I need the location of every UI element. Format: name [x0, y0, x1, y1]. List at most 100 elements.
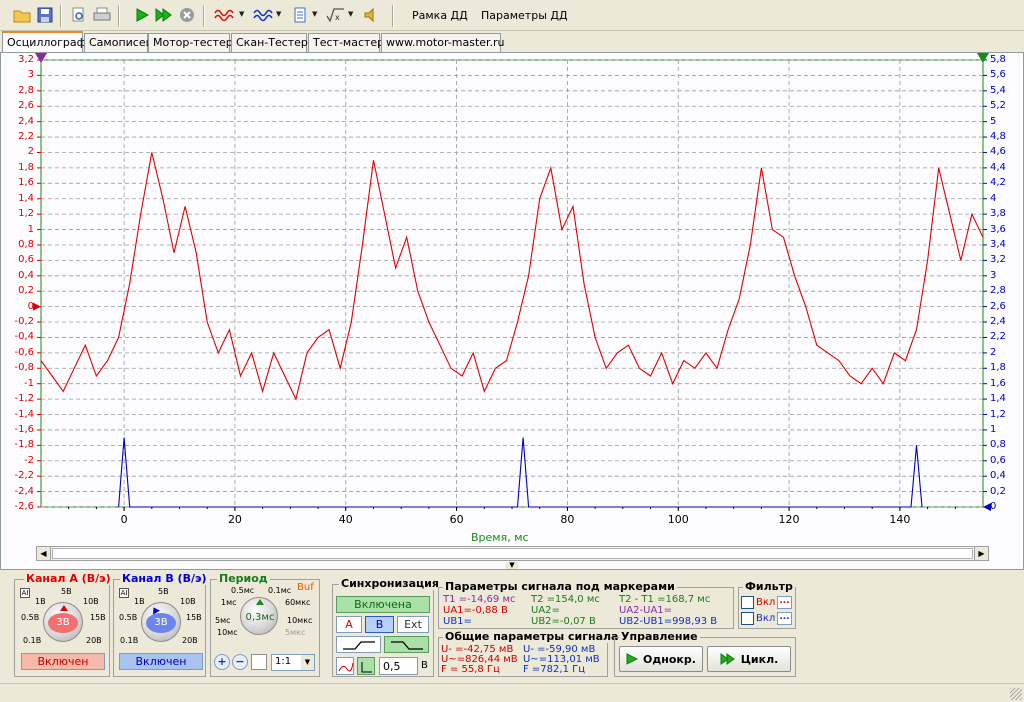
marker-ua2: UA2=: [531, 605, 560, 616]
chevron-down-icon[interactable]: ▼: [301, 655, 314, 670]
filter-a-settings-button[interactable]: ...: [777, 596, 792, 609]
resize-grip-icon[interactable]: [1010, 688, 1022, 700]
chevron-down-icon[interactable]: ▼: [239, 10, 244, 18]
zoom-in-icon[interactable]: +: [214, 654, 230, 670]
tab-oscilloscope[interactable]: Осциллограф: [2, 31, 86, 52]
y-right-tick-label: 5,2: [990, 100, 1006, 112]
channel-a-value: 3В: [48, 613, 78, 633]
filter-b-settings-button[interactable]: ...: [777, 612, 792, 625]
channel-a-toggle[interactable]: Включен: [21, 653, 105, 670]
y-right-tick-label: 4,2: [990, 177, 1006, 189]
play-fast-icon[interactable]: [154, 5, 174, 25]
toolbar-separator: [60, 5, 62, 27]
document-icon[interactable]: [290, 5, 310, 25]
scale-mark: 60мкс: [285, 598, 311, 607]
chevron-down-icon[interactable]: ▼: [348, 10, 353, 18]
scale-mark: 1В: [35, 597, 46, 606]
knob-pointer-icon: [60, 605, 68, 611]
general-params-group: Общие параметры сигнала U- =-42,75 мВ U~…: [438, 630, 621, 677]
scale-mark: 5В: [158, 587, 169, 596]
channel-a-wave-icon[interactable]: [214, 5, 234, 25]
falling-edge-icon: [391, 641, 423, 650]
horizontal-scrollbar[interactable]: ◀ ▶: [36, 546, 989, 561]
scale-mark: 10В: [83, 597, 99, 606]
control-panel: Канал А (В/э) AI 1В 5В 10В 0.5В 15В 0.1В…: [0, 570, 1024, 682]
page-icon[interactable]: [251, 654, 267, 670]
y-left-tick-label: -1,2: [14, 393, 34, 405]
x-tick-label: 60: [449, 513, 464, 526]
trigger-edge-icon[interactable]: [357, 657, 375, 675]
sync-source-b[interactable]: B: [365, 616, 394, 633]
stop-icon[interactable]: [177, 5, 197, 25]
y-left-tick-label: 3: [27, 69, 34, 81]
channel-b-toggle[interactable]: Включен: [119, 653, 203, 670]
scale-mark: 10мкс: [287, 616, 313, 625]
open-folder-icon[interactable]: [12, 5, 32, 25]
sync-source-a[interactable]: A: [336, 616, 362, 633]
ratio-select[interactable]: 1:1 ▼: [271, 654, 315, 671]
rising-edge-button[interactable]: [336, 636, 381, 653]
sync-source-ext[interactable]: Ext: [397, 616, 429, 633]
sync-level-input[interactable]: 0,5: [379, 657, 418, 675]
y-right-tick-label: 2,2: [990, 331, 1006, 343]
control-title: Управление: [619, 630, 700, 643]
zoom-out-icon[interactable]: −: [232, 654, 248, 670]
y-left-tick-label: -1: [24, 377, 34, 389]
scroll-right-icon[interactable]: ▶: [974, 547, 988, 560]
scale-mark: 1мс: [221, 598, 237, 607]
filter-b-checkbox[interactable]: [741, 612, 754, 625]
y-left-tick-label: 0,8: [18, 238, 34, 250]
sound-icon[interactable]: [361, 5, 381, 25]
play-icon[interactable]: [132, 5, 152, 25]
save-icon[interactable]: [35, 5, 55, 25]
channel-b-knob[interactable]: 3В: [141, 602, 181, 642]
single-run-button[interactable]: Однокр.: [619, 646, 703, 672]
auto-icon[interactable]: AI: [119, 588, 129, 598]
y-right-tick-label: 5,6: [990, 69, 1006, 81]
y-left-tick-label: 2,6: [18, 100, 34, 112]
y-left-tick-label: 3,2: [18, 54, 34, 65]
tab-recorder[interactable]: Самописец: [84, 33, 153, 52]
channel-b-wave-icon[interactable]: [253, 5, 273, 25]
sync-toggle[interactable]: Включена: [336, 596, 430, 613]
falling-edge-button[interactable]: [384, 636, 429, 653]
chevron-down-icon[interactable]: ▼: [312, 10, 317, 18]
cycle-run-button[interactable]: Цикл.: [707, 646, 791, 672]
oscilloscope-plot[interactable]: [1, 53, 1023, 569]
trigger-mode-icon[interactable]: [336, 657, 354, 675]
math-sqrt-icon[interactable]: x: [326, 5, 346, 25]
marker-dub: UB2-UB1=998,93 В: [619, 616, 718, 627]
y-left-tick-label: 1,6: [18, 177, 34, 189]
frame-dd-button[interactable]: Рамка ДД: [412, 9, 468, 22]
y-right-tick-label: 1,8: [990, 362, 1006, 374]
auto-icon[interactable]: AI: [20, 588, 30, 598]
buffer-label: Buf: [297, 582, 314, 593]
marker-t1: T1 =-14,69 мс: [443, 594, 516, 605]
params-dd-button[interactable]: Параметры ДД: [481, 9, 568, 22]
toolbar-separator: [118, 5, 120, 27]
filter-a-checkbox[interactable]: [741, 596, 754, 609]
marker-ub1: UB1=: [443, 616, 472, 627]
y-left-tick-label: -0,6: [14, 346, 34, 358]
y-left-tick-label: 0,2: [18, 285, 34, 297]
tab-website[interactable]: www.motor-master.ru: [381, 33, 505, 52]
channel-a-knob[interactable]: 3В: [43, 602, 83, 642]
x-axis-label: Время, мс: [471, 531, 529, 544]
period-value: 0,3мс: [245, 612, 275, 623]
toolbar: ▼ ▼ ▼ x ▼ Рамка ДД Параметры ДД: [0, 0, 1024, 31]
tab-scan-tester[interactable]: Скан-Тестер: [231, 33, 308, 52]
toolbar-separator: [392, 5, 394, 27]
print-icon[interactable]: [92, 5, 112, 25]
y-left-tick-label: 2,8: [18, 84, 34, 96]
x-tick-label: 120: [778, 513, 800, 526]
tab-test-master[interactable]: Тест-мастер: [308, 33, 384, 52]
print-preview-icon[interactable]: [68, 5, 88, 25]
tab-motor-tester[interactable]: Мотор-тестер: [148, 33, 233, 52]
chevron-down-icon[interactable]: ▼: [276, 10, 281, 18]
scrollbar-thumb[interactable]: [52, 548, 973, 559]
period-knob[interactable]: 0,3мс: [240, 597, 278, 635]
splitter-toggle-icon[interactable]: ▼: [505, 562, 519, 569]
channel-b-group: Канал В (В/э) AI 1В 5В 10В 0.5В 15В 0.1В…: [113, 572, 209, 677]
channel-a-freq: F = 55,8 Гц: [441, 664, 500, 675]
scroll-left-icon[interactable]: ◀: [37, 547, 51, 560]
